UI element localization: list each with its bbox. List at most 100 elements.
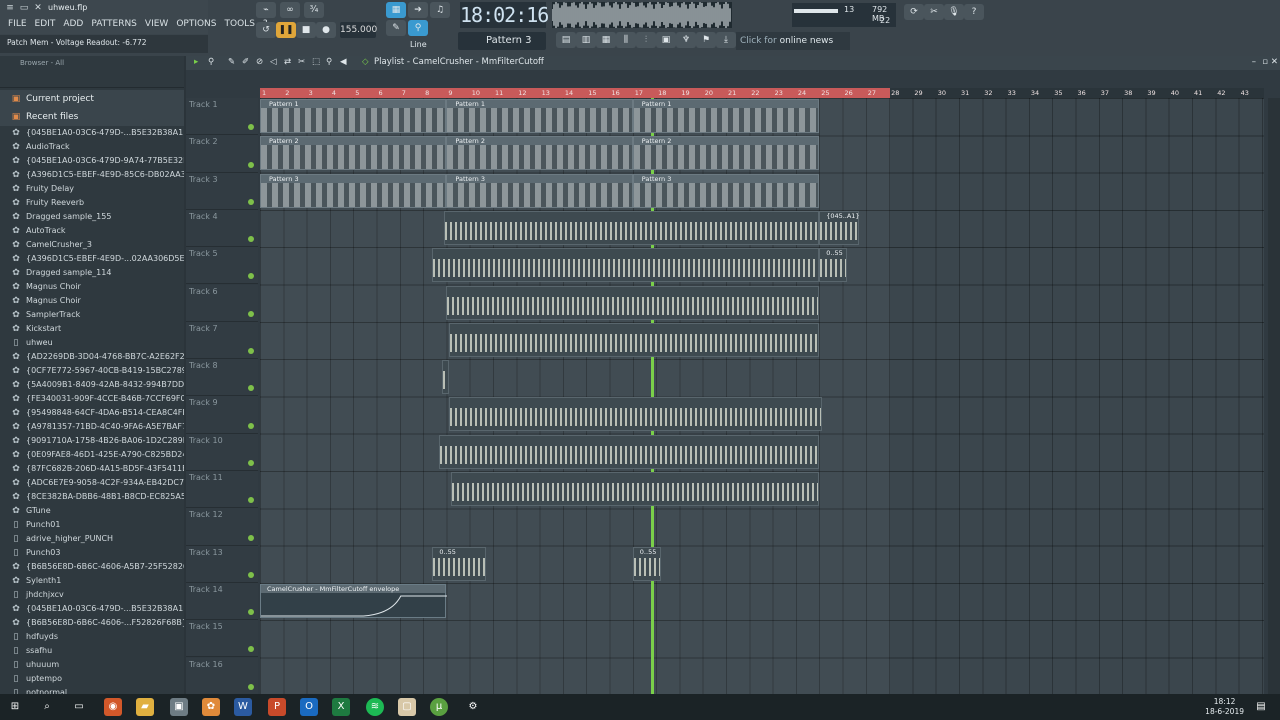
track-mute-led[interactable]: [248, 422, 254, 429]
snap-icon[interactable]: ⚲: [408, 20, 428, 36]
plugin-picker-icon[interactable]: ♆: [676, 32, 696, 48]
arrow-icon[interactable]: ◇: [362, 57, 369, 67]
menu-file[interactable]: FILE: [4, 18, 31, 30]
track-mute-led[interactable]: [248, 348, 254, 355]
browser-item[interactable]: ✿ Kickstart: [0, 322, 184, 336]
menu-icon[interactable]: ≡: [4, 3, 16, 13]
audio-clip[interactable]: 0..55: [432, 546, 486, 581]
track-header[interactable]: Track 12: [186, 508, 258, 546]
menu-patterns[interactable]: PATTERNS: [87, 18, 141, 30]
browser-item[interactable]: ✿ {B6B56E8D-6B6C-4606-A5B7-25F52826F68B}: [0, 560, 184, 574]
store-icon[interactable]: ▣: [170, 698, 188, 716]
typing-keyboard-icon[interactable]: ▦: [386, 2, 406, 18]
track-header[interactable]: Track 3: [186, 172, 258, 210]
browser-item[interactable]: ✿ {FE340031-909F-4CCE-B46B-7CCF69F0C063}: [0, 392, 184, 406]
menu-view[interactable]: VIEW: [141, 18, 172, 30]
automation-clip[interactable]: CamelCrusher - MmFilterCutoff envelope: [260, 583, 448, 618]
browser-item[interactable]: ▯ ssafhu: [0, 644, 184, 658]
playback-tool-icon[interactable]: ◀: [340, 57, 347, 67]
track-mute-led[interactable]: [248, 459, 254, 466]
record-mode-icon[interactable]: ⌁: [256, 2, 276, 18]
step-edit-icon[interactable]: ➔: [408, 2, 428, 18]
audio-clip[interactable]: [439, 434, 820, 469]
excel-icon[interactable]: X: [332, 698, 350, 716]
browser-item[interactable]: ✿ {9091710A-1758-4B26-BA06-1D2C289E60EF}: [0, 434, 184, 448]
settings-app-icon[interactable]: ⚙: [464, 698, 482, 716]
snap-mode[interactable]: Line: [410, 40, 427, 49]
track-header[interactable]: Track 4: [186, 209, 258, 248]
stop-button[interactable]: ■: [296, 22, 316, 38]
firefox-icon[interactable]: ◉: [104, 698, 122, 716]
notifications-icon[interactable]: ▤: [1252, 698, 1270, 716]
slice-tool-icon[interactable]: ✂: [298, 57, 305, 67]
time-signature-icon[interactable]: ¾: [304, 2, 324, 18]
browser-item[interactable]: ▯ Punch03: [0, 546, 184, 560]
playlist-menu-icon[interactable]: ▸: [194, 57, 198, 67]
menu-edit[interactable]: EDIT: [31, 18, 60, 30]
tempo-tapper-icon[interactable]: ⚑: [696, 32, 716, 48]
menu-add[interactable]: ADD: [59, 18, 87, 30]
browser-item[interactable]: ✿ {045BE1A0-03C6-479D-...B5E32B38A1} - Pa…: [0, 126, 184, 140]
pattern-clip[interactable]: Pattern 1: [446, 99, 633, 133]
track-mute-led[interactable]: [248, 646, 254, 653]
browser-item[interactable]: ▯ hdfuyds: [0, 630, 184, 644]
slip-tool-icon[interactable]: ⇄: [284, 57, 291, 67]
audio-clip[interactable]: [446, 285, 820, 320]
loop-icon[interactable]: ∞: [280, 2, 300, 18]
browser-item[interactable]: ▯ uptempo: [0, 672, 184, 686]
maximize-icon[interactable]: ▫: [1262, 57, 1268, 67]
outlook-icon[interactable]: O: [300, 698, 318, 716]
track-mute-led[interactable]: [248, 609, 254, 616]
track-header[interactable]: Track 6: [186, 284, 258, 322]
browser-item[interactable]: ▣ Recent files: [0, 108, 184, 126]
browser-item[interactable]: ✿ Sylenth1: [0, 574, 184, 588]
restore-icon[interactable]: ▭: [18, 3, 30, 13]
browser-item[interactable]: ✿ {8CE382BA-DBB6-48B1-B8CD-EC825A5149B7}: [0, 490, 184, 504]
track-header[interactable]: Track 9: [186, 396, 258, 434]
utorrent-icon[interactable]: μ: [430, 698, 448, 716]
track-mute-led[interactable]: [248, 161, 254, 168]
close-playlist-icon[interactable]: ✕: [1271, 57, 1278, 67]
browser-item[interactable]: ✿ Dragged sample_155: [0, 210, 184, 224]
track-header[interactable]: Track 2: [186, 135, 258, 173]
vertical-scrollbar[interactable]: [1268, 98, 1280, 694]
help-icon[interactable]: ?: [964, 4, 984, 20]
browser-item[interactable]: ✿ Fruity Reeverb: [0, 196, 184, 210]
minimize-icon[interactable]: –: [1252, 57, 1256, 67]
browser-item[interactable]: ✿ Dragged sample_114: [0, 266, 184, 280]
browser-item[interactable]: ✿ {045BE1A0-03C6-479D-9A74-77B5E32B38A1}: [0, 154, 184, 168]
browser-item[interactable]: ✿ {95498848-64CF-4DA6-B514-CEA8C4FB0826}: [0, 406, 184, 420]
app-icon[interactable]: ▢: [398, 698, 416, 716]
browser-item[interactable]: ✿ {ADC6E7E9-9058-4C2F-934A-EB42DC761668}: [0, 476, 184, 490]
track-mute-led[interactable]: [248, 310, 254, 317]
track-header[interactable]: Track 16: [186, 657, 258, 695]
pencil-tool-icon[interactable]: ✎: [228, 57, 235, 67]
select-tool-icon[interactable]: ⬚: [312, 57, 320, 67]
draw-mode-icon[interactable]: ✎: [386, 20, 406, 36]
piano-roll-icon[interactable]: ▥: [576, 32, 596, 48]
audio-clip[interactable]: [448, 397, 822, 432]
delete-tool-icon[interactable]: ⊘: [256, 57, 263, 67]
browser-item[interactable]: ✿ {A396D1C5-EBEF-4E9D-85C6-DB02AA306D5E}: [0, 168, 184, 182]
search-icon[interactable]: ⌕: [38, 698, 56, 716]
playlist-grid[interactable]: Pattern 1 Pattern 1 Pattern 1 Pattern 2 Patt…: [260, 98, 1264, 694]
browser-item[interactable]: ✿ Magnus Choir: [0, 294, 184, 308]
audio-clip[interactable]: {045..A1}: [819, 210, 860, 245]
start-icon[interactable]: ⊞: [6, 698, 24, 716]
track-mute-led[interactable]: [248, 273, 254, 280]
browser-item[interactable]: ▯ jhdchjxcv: [0, 588, 184, 602]
track-header[interactable]: Track 10: [186, 433, 258, 471]
track-mute-led[interactable]: [248, 236, 254, 243]
timeline-ruler[interactable]: 1 2 3 4 5 6 7 8 9 10 11 12 13 14 15 16 17 18 19 20 21 22 23 24 2…: [260, 88, 1264, 98]
mixer-faders-icon[interactable]: ⫶: [636, 32, 656, 48]
task-view-icon[interactable]: ▭: [70, 698, 88, 716]
track-mute-led[interactable]: [248, 385, 254, 392]
playlist-view-icon[interactable]: ▤: [556, 32, 576, 48]
track-header[interactable]: Track 1: [186, 98, 258, 136]
browser-item[interactable]: ✿ SamplerTrack: [0, 308, 184, 322]
track-header[interactable]: Track 8: [186, 359, 258, 397]
file-explorer-icon[interactable]: ▰: [136, 698, 154, 716]
track-header[interactable]: Track 14: [186, 582, 258, 621]
track-mute-led[interactable]: [248, 497, 254, 504]
browser-item[interactable]: ✿ {0CF7E772-5967-40CB-B419-15BC2789CA04}: [0, 364, 184, 378]
